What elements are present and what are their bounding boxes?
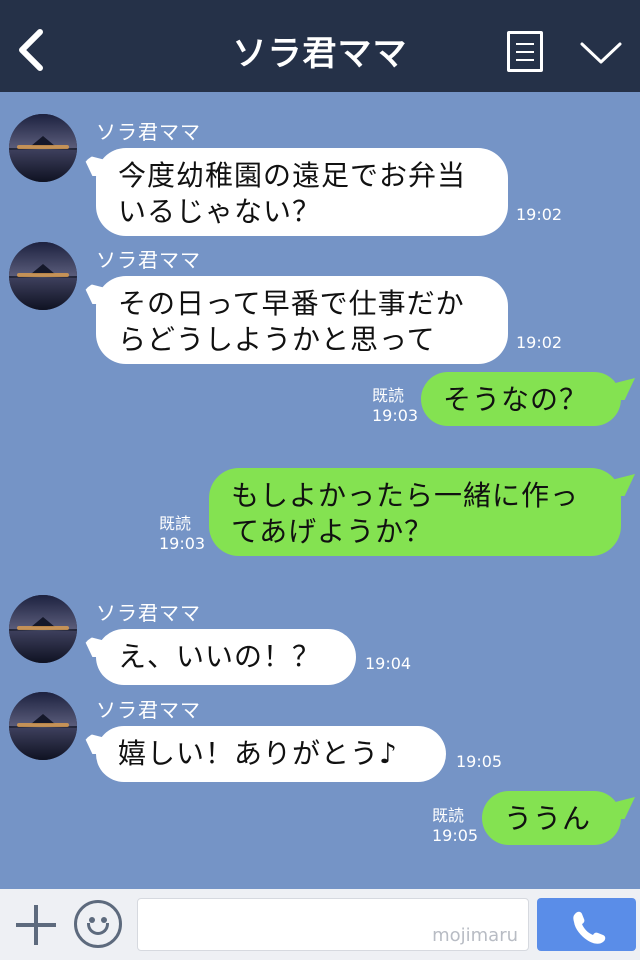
avatar[interactable] (9, 692, 77, 760)
read-receipt: 既読 19:03 (372, 386, 418, 426)
message-bubble-outgoing[interactable]: そうなの？ (421, 372, 621, 426)
chevron-down-icon[interactable] (578, 38, 624, 68)
input-bar: mojimaru (0, 889, 640, 960)
message-time: 19:03 (372, 406, 419, 425)
read-receipt: 既読 19:05 (432, 806, 478, 846)
avatar[interactable] (9, 595, 77, 663)
message-line: 嬉しい！ありがとう♪ (118, 737, 398, 770)
avatar[interactable] (9, 114, 77, 182)
message-bubble-incoming[interactable]: え、いいの！？ (96, 629, 356, 685)
message-time: 19:02 (516, 205, 563, 224)
chat-area[interactable]: ソラ君ママ 今度幼稚園の遠足でお弁当 いるじゃない？ 19:02 ソラ君ママ そ… (0, 92, 640, 889)
message-line: てあげようか？ (231, 515, 434, 548)
call-button[interactable] (537, 898, 636, 951)
message-time: 19:05 (456, 752, 503, 771)
chat-title: ソラ君ママ (232, 34, 408, 74)
sender-name: ソラ君ママ (96, 120, 201, 144)
message-input[interactable]: mojimaru (137, 898, 529, 951)
message-line: その日って早番で仕事だか (118, 287, 465, 320)
plus-icon[interactable] (14, 903, 58, 947)
sender-name: ソラ君ママ (96, 248, 201, 272)
read-label: 既読 (372, 386, 405, 405)
read-receipt: 既読 19:03 (159, 514, 205, 554)
message-bubble-outgoing[interactable]: ううん (482, 791, 621, 845)
message-line: そうなの？ (443, 383, 589, 416)
watermark: mojimaru (432, 925, 518, 946)
message-bubble-incoming[interactable]: 今度幼稚園の遠足でお弁当 いるじゃない？ (96, 148, 508, 236)
chat-header: ソラ君ママ (0, 0, 640, 92)
message-line: ううん (504, 802, 592, 835)
message-line: らどうしようかと思って (118, 323, 436, 356)
message-line: え、いいの！？ (118, 640, 322, 673)
smiley-icon[interactable] (74, 900, 122, 948)
menu-list-icon[interactable] (507, 31, 543, 72)
avatar[interactable] (9, 242, 77, 310)
sender-name: ソラ君ママ (96, 601, 201, 625)
sender-name: ソラ君ママ (96, 698, 201, 722)
message-line: 今度幼稚園の遠足でお弁当 (118, 159, 467, 192)
message-time: 19:03 (159, 534, 206, 553)
message-time: 19:04 (365, 654, 412, 673)
read-label: 既読 (159, 514, 192, 533)
message-time: 19:05 (432, 826, 479, 845)
message-bubble-incoming[interactable]: 嬉しい！ありがとう♪ (96, 726, 446, 782)
message-time: 19:02 (516, 333, 563, 352)
message-bubble-incoming[interactable]: その日って早番で仕事だか らどうしようかと思って (96, 276, 508, 364)
phone-icon (573, 911, 606, 944)
message-line: いるじゃない？ (118, 195, 322, 228)
message-line: もしよかったら一緒に作っ (231, 479, 580, 512)
read-label: 既読 (432, 806, 465, 825)
message-bubble-outgoing[interactable]: もしよかったら一緒に作っ てあげようか？ (209, 468, 621, 556)
